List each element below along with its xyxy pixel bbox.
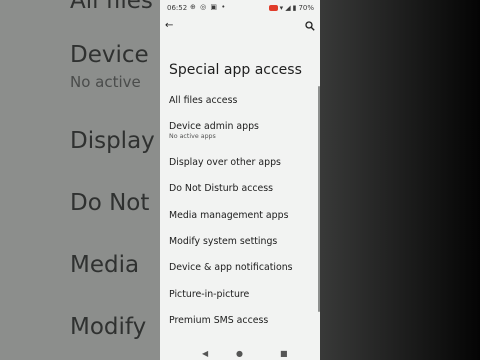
list-item-label: Device & app notifications	[169, 262, 293, 273]
background-left: All files Device No active Display Do No…	[0, 0, 160, 360]
wifi-icon: ▾	[279, 4, 284, 12]
signal-icon: ◢	[285, 4, 291, 12]
list-item-label: Media management apps	[169, 210, 289, 221]
background-right	[320, 0, 480, 360]
back-arrow-icon[interactable]: ←	[165, 20, 173, 31]
list-item-picture-in-picture[interactable]: Picture-in-picture	[169, 289, 312, 300]
list-item-device-admin-apps[interactable]: Device admin apps No active apps	[169, 121, 312, 140]
list-item-do-not-disturb-access[interactable]: Do Not Disturb access	[169, 183, 312, 194]
battery-percent: 70%	[298, 4, 314, 12]
top-app-bar: ←	[160, 18, 320, 40]
list-item-all-files-access[interactable]: All files access	[169, 95, 312, 106]
list-item-label: Do Not Disturb access	[169, 183, 274, 194]
background-text: All files	[70, 0, 153, 14]
background-text: Display	[70, 128, 155, 154]
list-item-label: All files access	[169, 95, 238, 106]
status-right: ▾ ◢ ▮ 70%	[268, 4, 314, 12]
list-item-premium-sms-access[interactable]: Premium SMS access	[169, 315, 312, 326]
background-text: Media	[70, 252, 140, 278]
search-icon[interactable]	[305, 21, 315, 31]
background-text: Do Not	[70, 190, 150, 216]
home-nav-icon[interactable]: ●	[236, 349, 243, 358]
background-text: No active	[70, 73, 141, 91]
status-bar: 06:52 ⊕ ◎ ▣ • ▾ ◢ ▮ 70%	[160, 0, 320, 16]
scrollbar[interactable]	[318, 86, 320, 312]
battery-icon: ▮	[292, 4, 297, 12]
background-text: Device	[70, 42, 149, 68]
navigation-bar: ◀ ● ■	[160, 346, 320, 360]
recording-icon	[268, 5, 278, 11]
page-title: Special app access	[169, 62, 302, 78]
list-item-summary: No active apps	[169, 133, 216, 140]
list-item-modify-system-settings[interactable]: Modify system settings	[169, 236, 312, 247]
list-item-label: Device admin apps	[169, 121, 259, 132]
list-item-label: Modify system settings	[169, 236, 278, 247]
list-item-media-management-apps[interactable]: Media management apps	[169, 210, 312, 221]
list-item-label: Premium SMS access	[169, 315, 269, 326]
list-item-display-over-other-apps[interactable]: Display over other apps	[169, 157, 312, 168]
recents-nav-icon[interactable]: ■	[280, 349, 288, 358]
list-item-label: Display over other apps	[169, 157, 281, 168]
background-text: Modify	[70, 314, 147, 340]
status-time: 06:52	[167, 4, 188, 12]
list-item-label: Picture-in-picture	[169, 289, 250, 300]
phone-screen: 06:52 ⊕ ◎ ▣ • ▾ ◢ ▮ 70% ← Special app ac…	[160, 0, 320, 360]
list-item-device-app-notifications[interactable]: Device & app notifications	[169, 262, 312, 273]
notification-icons: ⊕ ◎ ▣ •	[190, 3, 227, 11]
back-nav-icon[interactable]: ◀	[202, 349, 208, 358]
